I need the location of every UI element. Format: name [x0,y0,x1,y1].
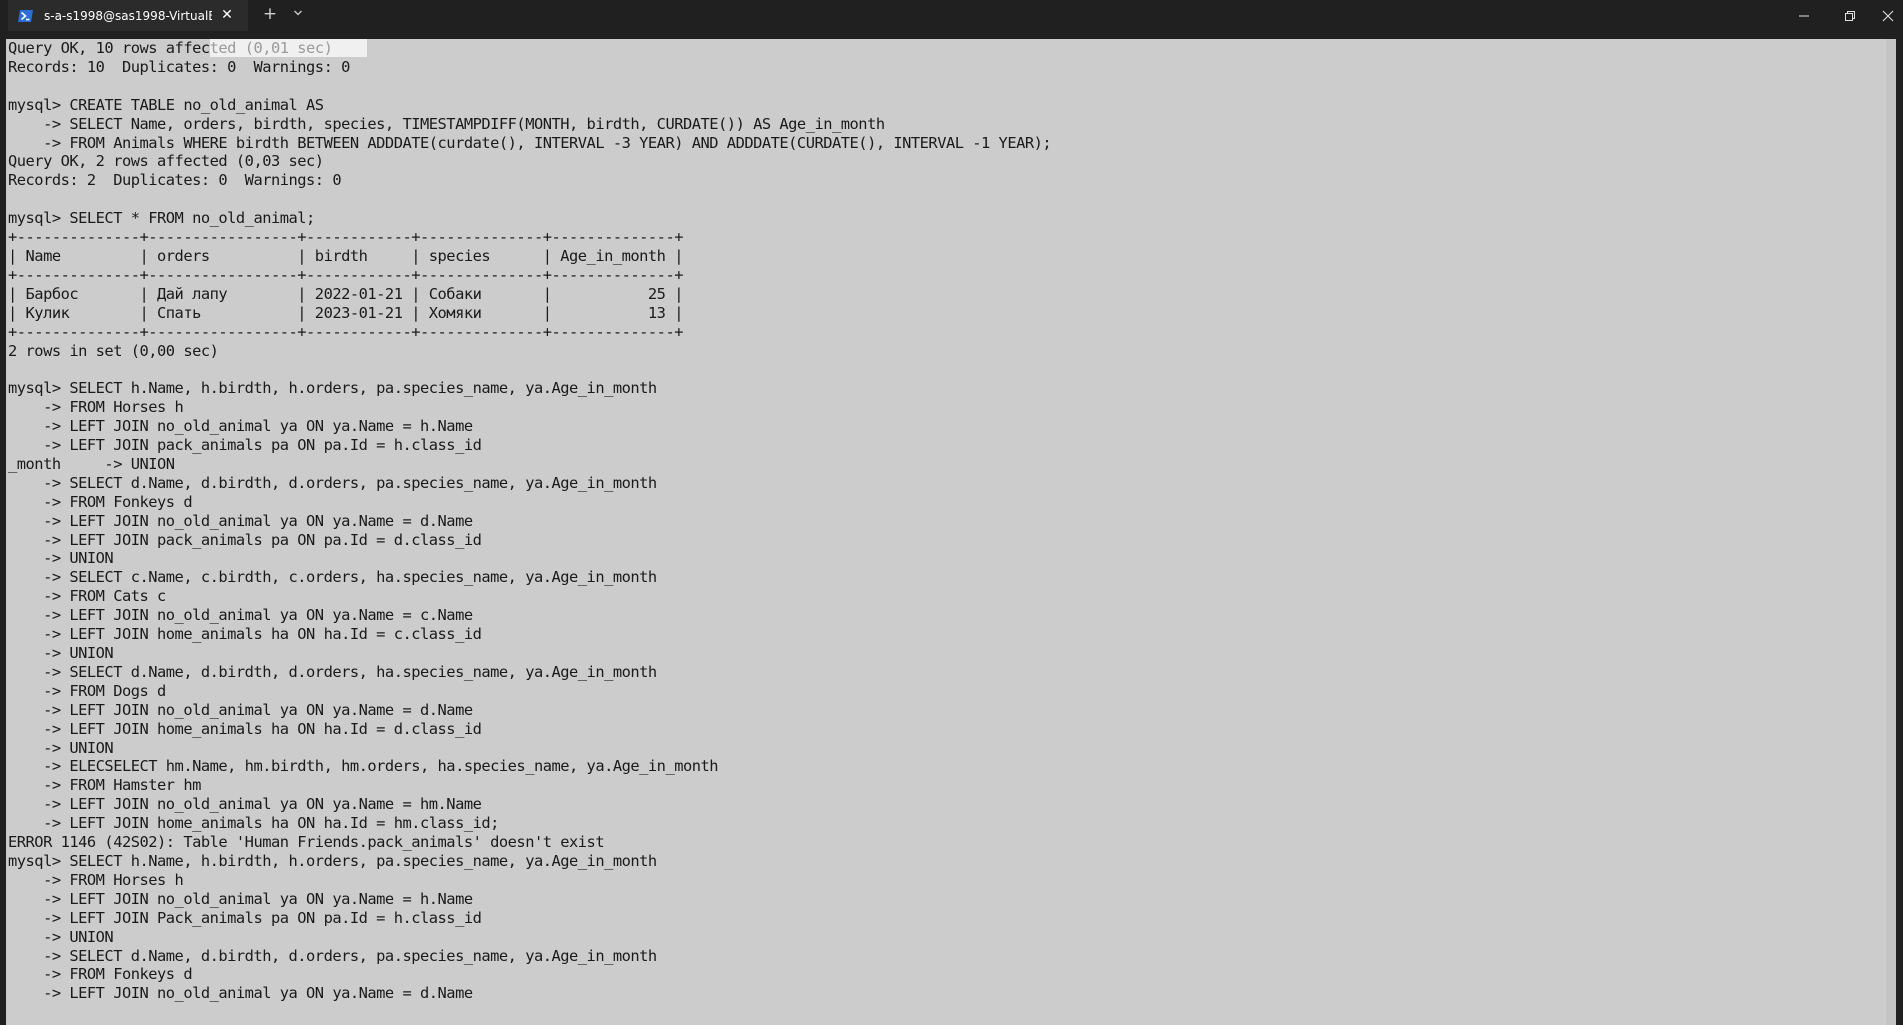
minimize-button[interactable] [1781,0,1827,31]
terminal-output[interactable]: Query OK, 10 rows affected (0,01 sec) Re… [6,39,1896,1025]
terminal-line: -> FROM Horses h [8,398,184,417]
terminal-line: Query OK, 2 rows affected (0,03 sec) [8,152,324,171]
terminal-line: -> UNION [8,644,114,662]
terminal-line: -> LEFT JOIN home_animals ha ON ha.Id = … [8,719,482,738]
terminal-line: -> LEFT JOIN no_old_animal ya ON ya.Name… [8,417,473,436]
terminal-line: ERROR 1146 (42S02): Table 'Human Friends… [8,833,605,852]
new-tab-button[interactable]: + [262,6,278,23]
terminal-first-line: Query OK, 10 rows affected (0,01 sec) [6,39,1896,58]
terminal-line: 2 rows in set (0,00 sec) [8,341,219,360]
terminal-line: -> LEFT JOIN home_animals ha ON ha.Id = … [8,814,499,833]
terminal-line: -> SELECT d.Name, d.birdth, d.orders, pa… [8,946,657,965]
terminal-line: -> UNION [8,549,114,568]
terminal-line: -> LEFT JOIN no_old_animal ya ON ya.Name… [8,795,482,814]
close-tab-icon[interactable]: ✕ [220,8,234,22]
terminal-line: mysql> SELECT h.Name, h.birdth, h.orders… [8,379,657,398]
terminal-line: -> LEFT JOIN Pack_animals pa ON pa.Id = … [8,908,482,927]
close-window-button[interactable] [1873,0,1903,31]
terminal-line: -> FROM Cats c [8,587,166,606]
terminal-line: -> FROM Animals WHERE birdth BETWEEN ADD… [8,133,1052,152]
terminal-line: -> FROM Dogs d [8,681,166,700]
terminal-line: -> LEFT JOIN pack_animals pa ON pa.Id = … [8,436,482,455]
selected-text: ted (0,01 sec) [209,39,368,57]
terminal-line: -> LEFT JOIN no_old_animal ya ON ya.Name… [8,889,473,908]
terminal-line: mysql> CREATE TABLE no_old_animal AS [8,95,324,114]
terminal-line: -> SELECT d.Name, d.birdth, d.orders, ha… [8,662,657,681]
tab-dropdown-button[interactable] [290,6,306,23]
terminal-line: +--------------+-----------------+------… [8,322,683,341]
terminal-line: -> FROM Fonkeys d [8,965,193,984]
terminal-line: Records: 2 Duplicates: 0 Warnings: 0 [8,171,342,190]
terminal-lines: Records: 10 Duplicates: 0 Warnings: 0 my… [6,58,1896,1003]
terminal-line [6,190,1896,209]
terminal-line: -> SELECT c.Name, c.birdth, c.orders, ha… [8,568,657,587]
tab-title: s-a-s1998@sas1998-VirtualBo: [44,8,212,23]
terminal-line: +--------------+-----------------+------… [8,228,683,247]
terminal-line: -> LEFT JOIN home_animals ha ON ha.Id = … [8,625,482,644]
terminal-line: -> FROM Horses h [8,870,184,889]
terminal-line: -> LEFT JOIN no_old_animal ya ON ya.Name… [8,984,473,1003]
terminal-line: | Барбос | Дай лапу | 2022-01-21 | Собак… [8,284,683,303]
terminal-line: mysql> SELECT * FROM no_old_animal; [8,209,315,228]
terminal-line [6,77,1896,96]
close-icon [1882,10,1894,21]
terminal-line: -> LEFT JOIN pack_animals pa ON pa.Id = … [8,530,482,549]
terminal-scrollbar[interactable] [1886,39,1896,1025]
terminal-line: -> LEFT JOIN no_old_animal ya ON ya.Name… [8,511,473,530]
terminal-line [6,360,1896,379]
terminal-line: -> LEFT JOIN no_old_animal ya ON ya.Name… [8,606,473,625]
restore-button[interactable] [1827,0,1873,31]
terminal-line: -> FROM Hamster hm [8,776,201,795]
pre-selection-text: Query OK, 10 rows affec [8,39,210,57]
minimize-icon [1799,15,1809,16]
terminal-line: | Кулик | Спать | 2023-01-21 | Хомяки | … [8,303,683,322]
terminal-line: | Name | orders | birdth | species | Age… [8,246,683,265]
terminal-line: +--------------+-----------------+------… [8,265,683,284]
terminal-line: -> SELECT Name, orders, birdth, species,… [8,114,885,133]
terminal-line: mysql> SELECT h.Name, h.birdth, h.orders… [8,851,657,870]
terminal-line: Records: 10 Duplicates: 0 Warnings: 0 [8,57,350,76]
chevron-down-icon [294,10,302,16]
terminal-line: -> LEFT JOIN no_old_animal ya ON ya.Name… [8,700,473,719]
terminal-line: -> ELECSELECT hm.Name, hm.birdth, hm.ord… [8,757,719,776]
terminal-line: -> UNION [8,927,114,946]
terminal-tab[interactable]: s-a-s1998@sas1998-VirtualBo: ✕ [8,0,248,31]
terminal-line: -> FROM Fonkeys d [8,492,193,511]
restore-icon [1845,10,1855,21]
terminal-line: -> UNION [8,738,114,757]
powershell-icon [18,9,34,23]
terminal-line: -> SELECT d.Name, d.birdth, d.orders, pa… [8,473,657,492]
title-bar: s-a-s1998@sas1998-VirtualBo: ✕ + [0,0,1903,31]
terminal-line: _month -> UNION [8,454,175,473]
